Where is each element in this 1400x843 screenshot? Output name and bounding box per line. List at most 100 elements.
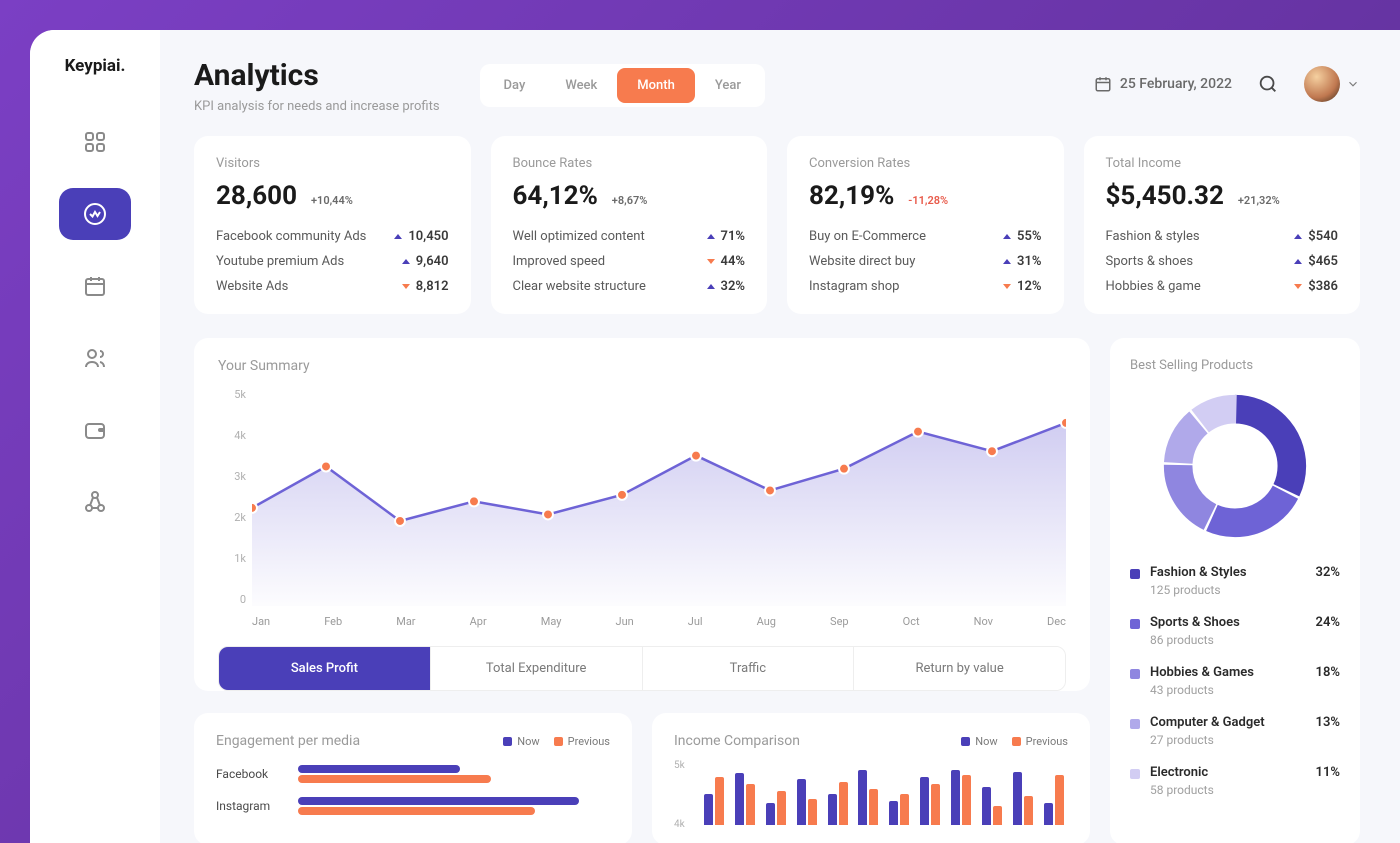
engagement-row: Facebook <box>216 765 610 783</box>
grid-icon <box>83 130 107 154</box>
best-selling-list: Fashion & Styles32%125 products Sports & … <box>1130 565 1340 797</box>
kpi-item: Website direct buy31% <box>809 254 1042 269</box>
content-row: Your Summary 5k4k3k2k1k0 JanFebMarAprMay… <box>194 338 1360 843</box>
header: Analytics KPI analysis for needs and inc… <box>194 58 1360 114</box>
legend-now: Now <box>975 735 997 748</box>
calendar-small-icon <box>1094 75 1112 93</box>
page-title: Analytics <box>194 58 440 93</box>
kpi-card: Bounce Rates64,12%+8,67%Well optimized c… <box>491 136 768 314</box>
engagement-card: Engagement per media Now Previous Facebo… <box>194 713 632 843</box>
best-item: Fashion & Styles32%125 products <box>1130 565 1340 597</box>
users-icon <box>83 346 107 370</box>
color-swatch <box>1130 569 1140 579</box>
engagement-title: Engagement per media <box>216 733 360 749</box>
summary-tab[interactable]: Traffic <box>642 647 854 690</box>
income-card: Income Comparison Now Previous 5k4k <box>652 713 1090 843</box>
nav-wallet[interactable] <box>59 404 131 456</box>
kpi-label: Bounce Rates <box>513 156 746 171</box>
income-bar-pair <box>982 787 1002 825</box>
nav-analytics[interactable] <box>59 188 131 240</box>
summary-tabs: Sales ProfitTotal ExpenditureTrafficRetu… <box>218 646 1066 691</box>
engagement-row: Instagram <box>216 797 610 815</box>
income-bar-pair <box>735 773 755 825</box>
app-window: Keypiai. Analy <box>30 30 1400 843</box>
share-icon <box>83 490 107 514</box>
kpi-value: 28,600 <box>216 181 297 211</box>
period-tab-week[interactable]: Week <box>545 68 617 103</box>
color-swatch <box>1130 619 1140 629</box>
wallet-icon <box>83 418 107 442</box>
income-legend: Now Previous <box>961 735 1068 748</box>
summary-card: Your Summary 5k4k3k2k1k0 JanFebMarAprMay… <box>194 338 1090 691</box>
bottom-row: Engagement per media Now Previous Facebo… <box>194 713 1090 843</box>
income-bar-pair <box>828 782 848 825</box>
period-tab-year[interactable]: Year <box>695 68 761 103</box>
period-tab-day[interactable]: Day <box>484 68 546 103</box>
best-item: Computer & Gadget13%27 products <box>1130 715 1340 747</box>
activity-icon <box>83 202 107 226</box>
kpi-item: Hobbies & game$386 <box>1106 279 1339 294</box>
income-bar-pair <box>1013 772 1033 825</box>
best-selling-title: Best Selling Products <box>1130 358 1340 373</box>
income-bar-pair <box>951 770 971 825</box>
user-menu[interactable] <box>1304 66 1360 102</box>
kpi-item: Fashion & styles$540 <box>1106 229 1339 244</box>
best-selling-card: Best Selling Products Fashion & Styles32… <box>1110 338 1360 843</box>
kpi-row: Visitors28,600+10,44%Facebook community … <box>194 136 1360 314</box>
income-bar-pair <box>920 777 940 825</box>
brand-logo: Keypiai. <box>65 56 126 76</box>
summary-tab[interactable]: Return by value <box>853 647 1065 690</box>
kpi-value: $5,450.32 <box>1106 181 1224 211</box>
legend-prev: Previous <box>1026 735 1068 748</box>
period-tabs: DayWeekMonthYear <box>480 64 765 107</box>
legend-prev: Previous <box>568 735 610 748</box>
kpi-card: Visitors28,600+10,44%Facebook community … <box>194 136 471 314</box>
best-item: Sports & Shoes24%86 products <box>1130 615 1340 647</box>
kpi-item: Clear website structure32% <box>513 279 746 294</box>
nav-calendar[interactable] <box>59 260 131 312</box>
kpi-item: Buy on E-Commerce55% <box>809 229 1042 244</box>
best-item: Electronic11%58 products <box>1130 765 1340 797</box>
search-button[interactable] <box>1250 66 1286 102</box>
income-bar-pair <box>766 791 786 825</box>
period-tab-month[interactable]: Month <box>617 68 695 103</box>
color-swatch <box>1130 669 1140 679</box>
color-swatch <box>1130 719 1140 729</box>
kpi-item: Well optimized content71% <box>513 229 746 244</box>
kpi-label: Visitors <box>216 156 449 171</box>
legend-now: Now <box>517 735 539 748</box>
kpi-delta: -11,28% <box>908 192 948 209</box>
main-content: Analytics KPI analysis for needs and inc… <box>160 30 1400 843</box>
avatar <box>1304 66 1340 102</box>
nav-users[interactable] <box>59 332 131 384</box>
income-bar-pair <box>704 777 724 825</box>
kpi-item: Improved speed44% <box>513 254 746 269</box>
search-icon <box>1257 73 1279 95</box>
kpi-label: Total Income <box>1106 156 1339 171</box>
chevron-down-icon <box>1346 77 1360 91</box>
income-bar-pair <box>1044 775 1064 825</box>
kpi-item: Youtube premium Ads9,640 <box>216 254 449 269</box>
date-picker[interactable]: 25 February, 2022 <box>1094 75 1232 93</box>
chart-y-axis: 5k4k3k2k1k0 <box>218 388 246 606</box>
nav-share[interactable] <box>59 476 131 528</box>
kpi-label: Conversion Rates <box>809 156 1042 171</box>
nav-dashboard[interactable] <box>59 116 131 168</box>
summary-tab[interactable]: Total Expenditure <box>430 647 642 690</box>
summary-tab[interactable]: Sales Profit <box>219 647 430 690</box>
income-bars <box>700 765 1068 825</box>
chart-x-axis: JanFebMarAprMayJunJulAugSepOctNovDec <box>252 615 1066 628</box>
date-text: 25 February, 2022 <box>1120 76 1232 92</box>
summary-title: Your Summary <box>218 358 1066 374</box>
income-title: Income Comparison <box>674 733 800 749</box>
sidebar: Keypiai. <box>30 30 160 843</box>
engagement-legend: Now Previous <box>503 735 610 748</box>
summary-chart: 5k4k3k2k1k0 JanFebMarAprMayJunJulAugSepO… <box>218 388 1066 628</box>
kpi-item: Sports & shoes$465 <box>1106 254 1339 269</box>
kpi-value: 64,12% <box>513 181 598 211</box>
kpi-item: Website Ads8,812 <box>216 279 449 294</box>
kpi-value: 82,19% <box>809 181 894 211</box>
income-y-axis: 5k4k <box>674 760 685 830</box>
page-subtitle: KPI analysis for needs and increase prof… <box>194 99 440 114</box>
color-swatch <box>1130 769 1140 779</box>
